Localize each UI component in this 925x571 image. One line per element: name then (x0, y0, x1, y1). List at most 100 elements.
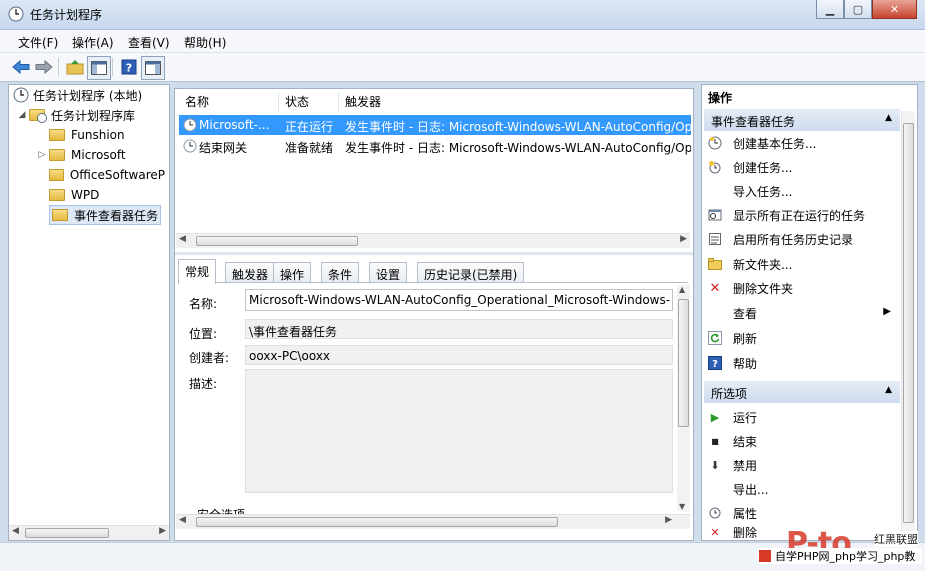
column-header-name[interactable]: 名称 (179, 93, 279, 111)
window-title: 任务计划程序 (30, 8, 103, 22)
tree-root[interactable]: 任务计划程序 (本地) (13, 86, 142, 104)
tree-item-microsoft[interactable]: ▷ Microsoft (37, 146, 126, 164)
author-field: ooxx-PC\ooxx (245, 345, 673, 365)
scrollbar-thumb[interactable] (196, 236, 358, 246)
tree-item-label: 事件查看器任务 (74, 208, 159, 223)
task-list-pane: 名称 状态 触发器 Microsoft-... 正在运行 发生事件时 - 日志:… (174, 88, 694, 541)
tree-item-funshion[interactable]: Funshion (37, 126, 125, 144)
action-delete-folder[interactable]: ✕ 删除文件夹 (708, 277, 793, 299)
title-bar: 任务计划程序 ▁ ▢ ✕ (0, 0, 925, 30)
tab-conditions[interactable]: 条件 (321, 262, 360, 282)
help-button[interactable]: ? (118, 56, 140, 78)
column-header-status[interactable]: 状态 (279, 93, 339, 111)
tab-triggers[interactable]: 触发器 (225, 262, 276, 282)
scrollbar-thumb[interactable] (903, 123, 914, 523)
scroll-up-icon[interactable]: ▲ (679, 285, 685, 294)
collapse-arrow-icon[interactable]: ◢ (17, 110, 27, 120)
action-new-folder[interactable]: 新文件夹... (708, 253, 792, 275)
scrollbar-thumb[interactable] (678, 299, 689, 427)
detail-vertical-scrollbar[interactable]: ▲ ▼ (677, 285, 690, 511)
action-delete[interactable]: ✕ 删除 (708, 526, 757, 538)
watermark-icon (759, 550, 771, 562)
action-disable[interactable]: ⬇ 禁用 (708, 454, 757, 476)
scroll-left-icon[interactable]: ◀ (12, 526, 19, 536)
tab-history[interactable]: 历史记录(已禁用) (417, 262, 525, 282)
maximize-button[interactable]: ▢ (844, 0, 872, 19)
collapse-icon[interactable]: ▲ (885, 385, 892, 395)
action-properties[interactable]: 属性 (708, 502, 757, 524)
svg-text:?: ? (712, 359, 718, 370)
folder-icon (48, 169, 64, 181)
tree-library[interactable]: ◢ 任务计划程序库 (17, 106, 135, 124)
folder-icon (49, 189, 65, 201)
action-create-basic-task[interactable]: 创建基本任务... (708, 132, 816, 154)
action-run[interactable]: ▶ 运行 (708, 406, 757, 428)
run-icon: ▶ (710, 410, 720, 424)
task-row[interactable]: Microsoft-... 正在运行 发生事件时 - 日志: Microsoft… (179, 115, 691, 135)
action-export[interactable]: 导出... (708, 478, 768, 500)
forward-button[interactable] (33, 56, 55, 78)
task-clock-icon (183, 139, 197, 153)
security-options-label: 安全选项 (197, 506, 245, 514)
tab-general[interactable]: 常规 (178, 259, 217, 284)
up-folder-button[interactable] (64, 56, 86, 78)
scroll-right-icon[interactable]: ▶ (665, 515, 672, 525)
close-button[interactable]: ✕ (872, 0, 917, 19)
scroll-left-icon[interactable]: ◀ (179, 515, 186, 525)
tree-item-wpd[interactable]: WPD (37, 186, 99, 204)
task-clock-icon (183, 118, 197, 132)
delete-icon: ✕ (710, 526, 720, 538)
actions-vertical-scrollbar[interactable] (901, 111, 915, 539)
action-create-task[interactable]: 创建任务... (708, 156, 792, 178)
menu-help[interactable]: 帮助(H) (184, 34, 226, 51)
show-hide-console-tree-button[interactable] (87, 56, 111, 80)
section-event-viewer-tasks[interactable]: 事件查看器任务 ▲ (704, 109, 900, 131)
name-field[interactable]: Microsoft-Windows-WLAN-AutoConfig_Operat… (245, 289, 673, 311)
menu-view[interactable]: 查看(V) (128, 34, 170, 51)
section-selected-item[interactable]: 所选项 ▲ (704, 381, 900, 403)
disable-icon: ⬇ (710, 458, 720, 472)
tree-horizontal-scrollbar[interactable]: ◀ ▶ (9, 525, 169, 540)
watermark-side-text: 红黑联盟 (874, 531, 918, 547)
scroll-right-icon[interactable]: ▶ (159, 526, 166, 536)
help-icon: ? (121, 59, 137, 75)
scroll-left-icon[interactable]: ◀ (179, 234, 186, 244)
expand-arrow-icon[interactable]: ▷ (37, 150, 47, 160)
location-field: \事件查看器任务 (245, 319, 673, 339)
close-icon: ✕ (889, 2, 900, 16)
tab-actions[interactable]: 操作 (273, 262, 312, 282)
show-hide-action-pane-button[interactable] (141, 56, 165, 80)
running-tasks-icon (708, 208, 722, 222)
folder-icon (29, 109, 47, 123)
action-import-task[interactable]: 导入任务... (708, 180, 792, 202)
create-task-icon (708, 160, 722, 174)
back-button[interactable] (10, 56, 32, 78)
action-enable-history[interactable]: 启用所有任务历史记录 (708, 228, 853, 250)
new-folder-icon (708, 257, 722, 271)
scroll-down-icon[interactable]: ▼ (679, 502, 685, 511)
tree-item-officesoftwareprotection[interactable]: OfficeSoftwareP (37, 166, 165, 184)
menu-file[interactable]: 文件(F) (18, 34, 58, 51)
menu-action[interactable]: 操作(A) (72, 34, 114, 51)
description-field[interactable] (245, 369, 673, 493)
refresh-icon (708, 331, 722, 345)
action-refresh[interactable]: 刷新 (708, 327, 757, 349)
pane-splitter[interactable] (175, 252, 693, 255)
tab-settings[interactable]: 设置 (369, 262, 408, 282)
task-name: 结束网关 (199, 141, 248, 155)
scroll-right-icon[interactable]: ▶ (680, 234, 687, 244)
scrollbar-thumb[interactable] (25, 528, 109, 538)
action-view[interactable]: 查看 ▶ (708, 302, 891, 324)
action-display-running-tasks[interactable]: 显示所有正在运行的任务 (708, 204, 865, 226)
task-row[interactable]: 结束网关 准备就绪 发生事件时 - 日志: Microsoft-Windows-… (179, 136, 691, 156)
column-header-trigger[interactable]: 触发器 (339, 93, 689, 111)
action-help[interactable]: ? 帮助 (708, 352, 757, 374)
action-end[interactable]: ■ 结束 (708, 430, 757, 452)
list-horizontal-scrollbar[interactable]: ◀ ▶ (176, 233, 690, 248)
properties-icon (708, 506, 722, 520)
collapse-icon[interactable]: ▲ (885, 113, 892, 123)
scrollbar-thumb[interactable] (196, 517, 558, 527)
detail-horizontal-scrollbar[interactable]: ◀ ▶ (176, 514, 690, 529)
minimize-button[interactable]: ▁ (816, 0, 844, 19)
tree-item-event-viewer-tasks[interactable]: 事件查看器任务 (49, 205, 162, 225)
